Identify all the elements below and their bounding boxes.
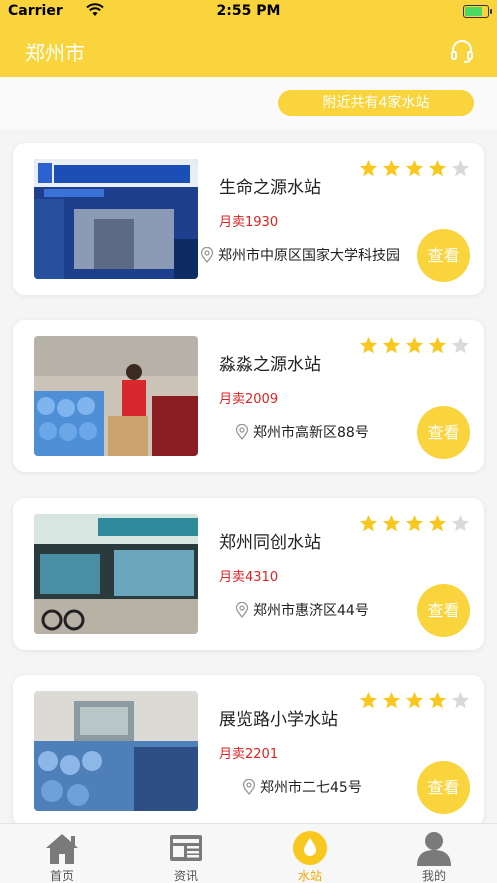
star-filled-icon — [428, 159, 447, 177]
star-empty-icon — [451, 159, 470, 177]
star-filled-icon — [405, 336, 424, 354]
star-filled-icon — [382, 514, 401, 532]
status-bar: Carrier 2:55 PM — [0, 0, 497, 24]
rating-stars — [359, 691, 470, 710]
view-button[interactable]: 查看 — [417, 229, 470, 282]
location-pin-icon — [235, 424, 249, 440]
home-icon — [46, 834, 78, 864]
star-filled-icon — [428, 514, 447, 532]
header: 郑州市 — [0, 24, 497, 77]
star-filled-icon — [405, 159, 424, 177]
view-button[interactable]: 查看 — [417, 406, 470, 459]
water-drop-icon — [293, 831, 327, 865]
monthly-sales: 月卖4310 — [219, 570, 279, 585]
station-photo — [34, 514, 198, 634]
station-photo — [34, 336, 198, 456]
address-text: 郑州市惠济区44号 — [253, 603, 369, 619]
nearby-count-badge: 附近共有4家水站 — [278, 90, 474, 116]
star-empty-icon — [451, 336, 470, 354]
station-card[interactable]: 展览路小学水站 月卖2201 郑州市二七45号 查看 — [13, 675, 484, 827]
star-filled-icon — [359, 691, 378, 709]
rating-stars — [359, 336, 470, 355]
location-pin-icon — [235, 602, 249, 618]
headset-icon[interactable] — [449, 38, 475, 64]
rating-stars — [359, 514, 470, 533]
station-card[interactable]: 淼淼之源水站 月卖2009 郑州市高新区88号 查看 — [13, 320, 484, 472]
tab-news[interactable]: 资讯 — [124, 824, 248, 883]
star-filled-icon — [359, 336, 378, 354]
city-title[interactable]: 郑州市 — [25, 37, 85, 66]
monthly-sales: 月卖2201 — [219, 747, 279, 762]
star-filled-icon — [428, 336, 447, 354]
tab-mine[interactable]: 我的 — [372, 824, 496, 883]
station-photo — [34, 691, 198, 811]
station-photo — [34, 159, 198, 279]
star-empty-icon — [451, 691, 470, 709]
station-address: 郑州市惠济区44号 — [235, 600, 369, 620]
station-card[interactable]: 生命之源水站 月卖1930 郑州市中原区国家大学科技园 查看 — [13, 143, 484, 295]
station-card[interactable]: 郑州同创水站 月卖4310 郑州市惠济区44号 查看 — [13, 498, 484, 650]
station-name: 淼淼之源水站 — [219, 355, 321, 375]
news-icon — [170, 835, 202, 861]
tab-bar: 首页 资讯 水站 我的 — [0, 823, 497, 883]
clock: 2:55 PM — [216, 3, 281, 19]
station-name: 展览路小学水站 — [219, 710, 338, 730]
rating-stars — [359, 159, 470, 178]
star-filled-icon — [382, 691, 401, 709]
tab-water-station[interactable]: 水站 — [248, 824, 372, 883]
tab-home[interactable]: 首页 — [0, 824, 124, 883]
address-text: 郑州市中原区国家大学科技园 — [218, 248, 400, 264]
view-button[interactable]: 查看 — [417, 761, 470, 814]
summary-bar: 附近共有4家水站 — [0, 77, 497, 129]
station-address: 郑州市二七45号 — [242, 777, 362, 797]
star-filled-icon — [428, 691, 447, 709]
star-filled-icon — [382, 159, 401, 177]
station-name: 生命之源水站 — [219, 178, 321, 198]
location-pin-icon — [242, 779, 256, 795]
station-name: 郑州同创水站 — [219, 533, 321, 553]
monthly-sales: 月卖1930 — [219, 215, 279, 230]
battery-icon — [463, 5, 492, 18]
station-address: 郑州市高新区88号 — [235, 422, 369, 442]
address-text: 郑州市高新区88号 — [253, 425, 369, 441]
star-filled-icon — [382, 336, 401, 354]
star-filled-icon — [405, 514, 424, 532]
star-filled-icon — [359, 514, 378, 532]
user-icon — [417, 832, 451, 866]
monthly-sales: 月卖2009 — [219, 392, 279, 407]
star-empty-icon — [451, 514, 470, 532]
star-filled-icon — [405, 691, 424, 709]
location-pin-icon — [200, 247, 214, 263]
station-address: 郑州市中原区国家大学科技园 — [200, 245, 400, 265]
view-button[interactable]: 查看 — [417, 584, 470, 637]
tab-label: 我的 — [421, 869, 446, 883]
tab-label: 资讯 — [173, 869, 198, 883]
star-filled-icon — [359, 159, 378, 177]
tab-label: 首页 — [49, 869, 74, 883]
address-text: 郑州市二七45号 — [260, 780, 362, 796]
tab-label: 水站 — [297, 869, 322, 883]
